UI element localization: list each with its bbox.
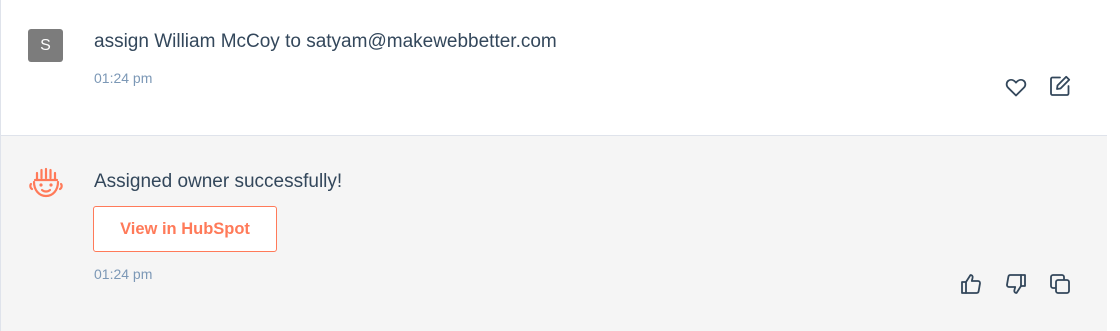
avatar-letter: S <box>40 36 51 54</box>
user-message-time: 01:24 pm <box>94 70 153 86</box>
thumbs-down-icon[interactable] <box>1004 272 1028 296</box>
view-in-hubspot-button[interactable]: View in HubSpot <box>93 206 277 252</box>
thumbs-up-icon[interactable] <box>959 272 983 296</box>
hubspot-sprocket-face-icon <box>28 166 63 201</box>
user-message: S assign William McCoy to satyam@makeweb… <box>0 0 1107 135</box>
bot-message-time: 01:24 pm <box>94 266 153 282</box>
user-avatar: S <box>28 29 63 62</box>
edit-icon[interactable] <box>1048 74 1072 98</box>
heart-icon[interactable] <box>1004 75 1028 99</box>
copy-icon[interactable] <box>1048 272 1072 296</box>
user-message-text: assign William McCoy to satyam@makewebbe… <box>94 31 557 52</box>
bot-message: Assigned owner successfully! View in Hub… <box>0 135 1107 331</box>
scrollbar-track[interactable] <box>1107 0 1120 331</box>
bot-message-text: Assigned owner successfully! <box>94 171 343 192</box>
